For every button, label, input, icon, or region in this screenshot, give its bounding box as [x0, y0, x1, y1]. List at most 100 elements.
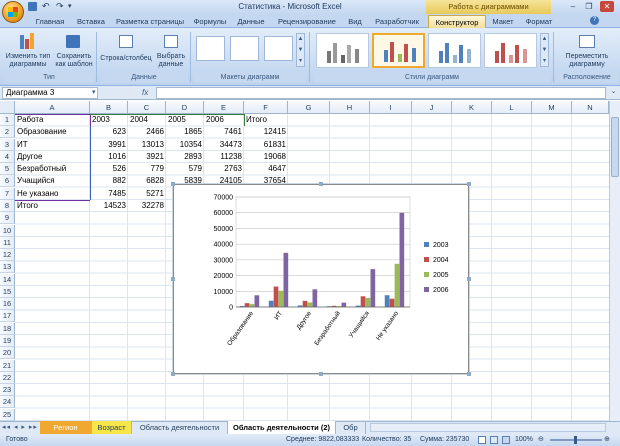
sheet-tab-region[interactable]: Регион — [40, 421, 92, 434]
tab-format[interactable]: Формат — [522, 15, 556, 28]
cell-e3[interactable]: 34473 — [204, 139, 244, 151]
cell-a8[interactable]: Итого — [15, 200, 90, 212]
row-header-22[interactable]: 22 — [0, 371, 15, 384]
cell-a7[interactable]: Не указано — [15, 188, 90, 200]
chart-layout-1[interactable] — [196, 36, 225, 61]
name-box[interactable]: Диаграмма 3 — [2, 87, 98, 99]
cell-c3[interactable]: 13013 — [128, 139, 166, 151]
save-as-template-button[interactable]: Сохранить как шаблон — [54, 33, 94, 69]
tab-view[interactable]: Вид — [344, 15, 366, 28]
cell-a5[interactable]: Безработный — [15, 163, 90, 175]
embedded-chart[interactable]: 0 10000 20000 30000 40000 50000 60000 70000 Обра… — [171, 182, 471, 376]
office-button[interactable] — [2, 1, 24, 23]
column-header-l[interactable]: L — [492, 101, 532, 114]
column-header-e[interactable]: E — [204, 101, 244, 114]
cell-d3[interactable]: 10354 — [166, 139, 204, 151]
tab-layout[interactable]: Макет — [488, 15, 518, 28]
chart-layout-2[interactable] — [230, 36, 259, 61]
switch-row-column-button[interactable]: Строка/столбец — [100, 33, 152, 69]
resize-handle-b[interactable] — [319, 372, 323, 376]
cell-a4[interactable]: Другое — [15, 151, 90, 163]
tab-developer[interactable]: Разработчик — [370, 15, 424, 28]
row-header-8[interactable]: 8 — [0, 199, 15, 212]
column-header-d[interactable]: D — [166, 101, 204, 114]
cell-d2[interactable]: 1865 — [166, 126, 204, 138]
row-header-15[interactable]: 15 — [0, 285, 15, 298]
row-header-25[interactable]: 25 — [0, 408, 15, 421]
cell-b3[interactable]: 3991 — [90, 139, 128, 151]
row-header-14[interactable]: 14 — [0, 273, 15, 286]
column-header-k[interactable]: K — [452, 101, 492, 114]
resize-handle-t[interactable] — [319, 182, 323, 186]
sheet-tab-activity[interactable]: Область деятельности — [132, 421, 228, 434]
sheet-tab-edu[interactable]: Обр — [336, 421, 366, 434]
row-header-13[interactable]: 13 — [0, 261, 15, 274]
cell-b2[interactable]: 623 — [90, 126, 128, 138]
row-header-5[interactable]: 5 — [0, 163, 15, 176]
cell-f3[interactable]: 61831 — [244, 139, 288, 151]
tab-page-layout[interactable]: Разметка страницы — [112, 15, 188, 28]
sheet-nav-arrows[interactable]: ◂◂ ◂ ▸ ▸▸ — [2, 423, 38, 431]
tab-data[interactable]: Данные — [232, 15, 270, 28]
chart-styles-more-button[interactable]: ▲ ▼ ▾ — [540, 33, 549, 67]
row-header-10[interactable]: 10 — [0, 224, 15, 237]
resize-handle-r[interactable] — [467, 277, 471, 281]
formula-input[interactable] — [156, 87, 606, 99]
zoom-level[interactable]: 100% — [515, 434, 533, 446]
row-header-6[interactable]: 6 — [0, 175, 15, 188]
change-chart-type-button[interactable]: Изменить тип диаграммы — [6, 33, 50, 69]
cell-c6[interactable]: 6828 — [128, 175, 166, 187]
vertical-scrollbar[interactable] — [609, 101, 620, 421]
cell-f4[interactable]: 19068 — [244, 151, 288, 163]
cell-f1[interactable]: Итого — [244, 114, 288, 126]
cell-e4[interactable]: 11238 — [204, 151, 244, 163]
close-icon[interactable]: ✕ — [600, 1, 614, 12]
redo-icon[interactable]: ↷ — [56, 1, 64, 12]
row-header-1[interactable]: 1 — [0, 114, 15, 126]
cell-d5[interactable]: 579 — [166, 163, 204, 175]
column-header-f[interactable]: F — [244, 101, 288, 114]
cell-b6[interactable]: 882 — [90, 175, 128, 187]
column-header-m[interactable]: M — [532, 101, 572, 114]
tab-design[interactable]: Конструктор — [428, 15, 486, 28]
row-header-3[interactable]: 3 — [0, 138, 15, 151]
zoom-slider-thumb[interactable] — [574, 436, 577, 444]
cell-e1[interactable]: 2006 — [204, 114, 244, 126]
column-header-a[interactable]: A — [15, 101, 90, 114]
page-layout-view-icon[interactable] — [490, 436, 498, 444]
horizontal-scrollbar[interactable] — [370, 423, 606, 432]
chart-style-1[interactable] — [316, 33, 369, 68]
zoom-out-icon[interactable]: ⊖ — [538, 434, 544, 446]
normal-view-icon[interactable] — [478, 436, 486, 444]
expand-formula-bar-icon[interactable]: ⌄ — [609, 87, 618, 99]
resize-handle-br[interactable] — [467, 372, 471, 376]
resize-handle-l[interactable] — [171, 277, 175, 281]
row-header-23[interactable]: 23 — [0, 384, 15, 397]
cell-a1[interactable]: Работа — [15, 114, 90, 126]
row-header-4[interactable]: 4 — [0, 150, 15, 163]
cell-a2[interactable]: Образование — [15, 126, 90, 138]
row-header-2[interactable]: 2 — [0, 126, 15, 139]
column-header-i[interactable]: I — [370, 101, 412, 114]
row-header-16[interactable]: 16 — [0, 298, 15, 311]
resize-handle-tl[interactable] — [171, 182, 175, 186]
tab-review[interactable]: Рецензирование — [272, 15, 342, 28]
cell-f5[interactable]: 4647 — [244, 163, 288, 175]
help-icon[interactable]: ? — [590, 16, 599, 25]
row-header-24[interactable]: 24 — [0, 396, 15, 409]
resize-handle-tr[interactable] — [467, 182, 471, 186]
cell-e2[interactable]: 7461 — [204, 126, 244, 138]
insert-function-icon[interactable]: fx — [142, 87, 154, 99]
cell-e5[interactable]: 2763 — [204, 163, 244, 175]
save-icon[interactable] — [28, 2, 37, 11]
minimize-icon[interactable]: – — [566, 1, 580, 12]
page-break-view-icon[interactable] — [502, 436, 510, 444]
name-box-dropdown-icon[interactable]: ▾ — [92, 88, 96, 96]
tab-insert[interactable]: Вставка — [72, 15, 110, 28]
sheet-tab-age[interactable]: Возраст — [92, 421, 132, 434]
column-header-c[interactable]: C — [128, 101, 166, 114]
tab-home[interactable]: Главная — [30, 15, 70, 28]
cell-d1[interactable]: 2005 — [166, 114, 204, 126]
cell-c1[interactable]: 2004 — [128, 114, 166, 126]
tab-formulas[interactable]: Формулы — [190, 15, 230, 28]
